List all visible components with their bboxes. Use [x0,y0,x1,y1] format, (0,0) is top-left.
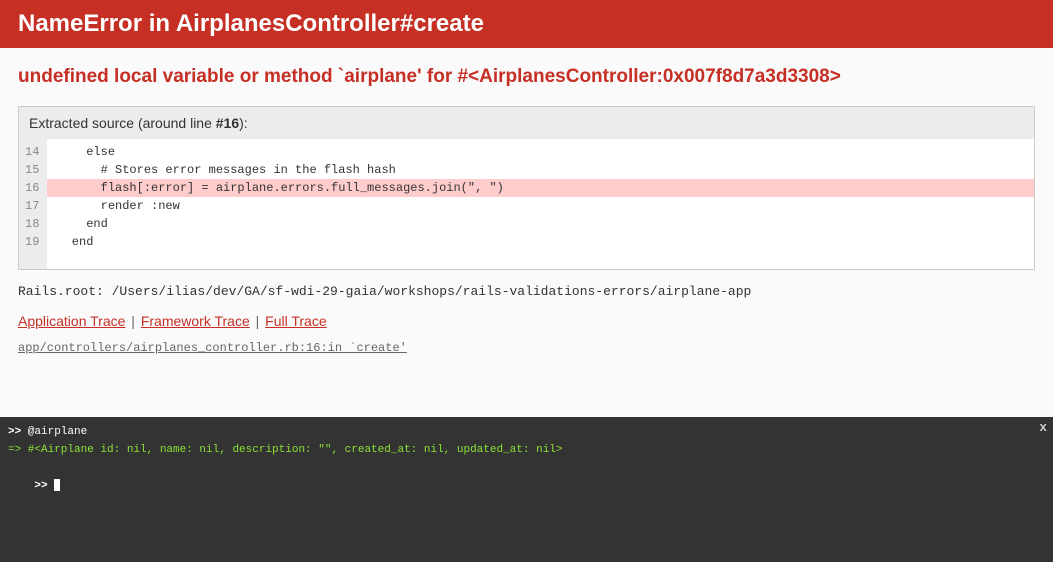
line-numbers: 141516171819 [19,139,47,269]
line-number: 17 [25,197,39,215]
close-icon[interactable]: x [1039,420,1047,435]
console-output-value: #<Airplane id: nil, name: nil, descripti… [21,444,562,456]
code-line: # Stores error messages in the flash has… [47,161,1034,179]
error-message: undefined local variable or method `airp… [18,66,1035,88]
error-header: NameError in AirplanesController#create [0,0,1053,48]
trace-sep: | [256,313,260,329]
trace-frame[interactable]: app/controllers/airplanes_controller.rb:… [18,341,1035,355]
line-number: 18 [25,215,39,233]
error-content: undefined local variable or method `airp… [0,48,1053,373]
trace-sep: | [131,313,135,329]
console-prompt: >> [8,426,21,438]
console-prompt-line[interactable]: >> [8,459,1045,513]
full-trace-link[interactable]: Full Trace [265,313,326,329]
code-line: end [47,233,1034,251]
code-line: else [47,143,1034,161]
code-lines: else # Stores error messages in the flas… [47,139,1034,269]
source-header-suffix: ): [239,115,248,131]
line-number: 15 [25,161,39,179]
console-input-line: >> @airplane [8,423,1045,441]
console-cursor [54,479,60,491]
source-body: 141516171819 else # Stores error message… [19,139,1034,269]
source-extract: Extracted source (around line #16): 1415… [18,106,1035,270]
rails-root: Rails.root: /Users/ilias/dev/GA/sf-wdi-2… [18,284,1035,299]
source-header-prefix: Extracted source (around line [29,115,216,131]
source-header: Extracted source (around line #16): [19,107,1034,139]
code-line: flash[:error] = airplane.errors.full_mes… [47,179,1034,197]
line-number: 19 [25,233,39,251]
code-line: render :new [47,197,1034,215]
code-line: end [47,215,1034,233]
line-number: 14 [25,143,39,161]
trace-links: Application Trace | Framework Trace | Fu… [18,313,1035,329]
framework-trace-link[interactable]: Framework Trace [141,313,250,329]
web-console[interactable]: x >> @airplane=> #<Airplane id: nil, nam… [0,417,1053,562]
error-title: NameError in AirplanesController#create [18,10,1035,38]
console-prompt: >> [34,480,47,492]
line-number: 16 [25,179,39,197]
console-lines: >> @airplane=> #<Airplane id: nil, name:… [8,423,1045,459]
application-trace-link[interactable]: Application Trace [18,313,125,329]
console-output-line: => #<Airplane id: nil, name: nil, descri… [8,441,1045,459]
console-output-prefix: => [8,444,21,456]
source-header-line: #16 [216,115,239,131]
console-input-text: @airplane [21,426,87,438]
